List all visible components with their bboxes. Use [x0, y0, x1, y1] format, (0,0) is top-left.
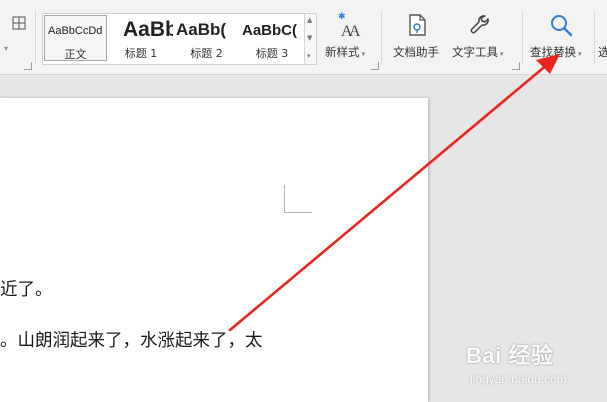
document-page[interactable]	[0, 98, 428, 402]
style-heading-3[interactable]: AaBbC( 标题 3	[240, 15, 304, 61]
doc-assistant-button[interactable]: 文档助手	[390, 12, 444, 64]
group-launcher-icon[interactable]	[512, 62, 520, 70]
document-text-line[interactable]: 近了。	[0, 276, 53, 301]
chevron-down-icon: ▾	[578, 50, 582, 58]
select-label: 选	[598, 45, 607, 59]
chevron-down-icon[interactable]: ▾	[4, 44, 8, 53]
divider	[594, 10, 595, 64]
find-replace-button[interactable]: 查找替换 ▾	[530, 12, 592, 64]
document-text-line[interactable]: 。山朗润起来了，水涨起来了，太	[0, 327, 263, 352]
new-style-button[interactable]: ✱ A A 新样式 ▾	[322, 12, 374, 64]
wrench-icon	[470, 15, 489, 34]
doc-assistant-label: 文档助手	[393, 45, 439, 59]
divider	[522, 10, 523, 64]
style-normal-sample: AaBbCcDd	[48, 25, 103, 37]
divider	[35, 10, 36, 64]
style-heading-2-label: 标题 2	[190, 47, 223, 60]
scroll-up-icon[interactable]: ▲	[307, 16, 312, 24]
select-button-partial[interactable]: 选	[598, 12, 607, 64]
document-assistant-icon	[409, 14, 426, 36]
border-grid-icon[interactable]	[12, 16, 26, 30]
new-style-icon: ✱ A A	[338, 12, 361, 38]
style-heading-1-label: 标题 1	[124, 47, 158, 60]
chevron-down-icon: ▾	[361, 50, 366, 58]
style-heading-3-label: 标题 3	[255, 47, 289, 60]
style-heading-1-sample: AaBb	[123, 18, 173, 41]
chevron-down-icon: ▾	[500, 50, 504, 58]
magnifier-icon	[551, 15, 573, 37]
style-normal[interactable]: AaBbCcDd 正文	[44, 15, 107, 61]
style-heading-3-sample: AaBbC(	[242, 22, 297, 39]
svg-text:✱: ✱	[338, 12, 346, 22]
margin-corner-mark	[284, 185, 312, 213]
style-normal-label: 正文	[64, 48, 87, 61]
text-tools-label: 文字工具	[452, 45, 498, 59]
svg-text:A: A	[349, 23, 361, 38]
scroll-down-icon[interactable]: ▼	[307, 34, 312, 42]
style-gallery-scroller[interactable]: ▲ ▼ ▾	[304, 14, 316, 64]
expand-gallery-icon[interactable]: ▾	[307, 52, 311, 60]
group-launcher-icon[interactable]	[24, 62, 32, 70]
watermark: Bai 经验 jingyan.baidu.com	[466, 334, 606, 400]
group-launcher-icon[interactable]	[371, 62, 379, 70]
new-style-label: 新样式	[325, 45, 360, 59]
style-heading-1[interactable]: AaBb 标题 1	[109, 15, 173, 61]
watermark-logo: Bai 经验	[466, 343, 554, 368]
find-replace-label: 查找替换	[530, 45, 576, 59]
style-heading-2-sample: AaBb(	[176, 20, 227, 39]
style-heading-2[interactable]: AaBb( 标题 2	[174, 15, 239, 61]
watermark-url: jingyan.baidu.com	[470, 372, 567, 386]
ribbon-toolbar: ▾ AaBbCcDd 正文 AaBb 标题 1 AaBb( 标题 2 AaBbC…	[0, 0, 607, 75]
divider	[381, 10, 382, 64]
text-tools-button[interactable]: 文字工具 ▾	[450, 12, 512, 64]
style-gallery: AaBbCcDd 正文 AaBb 标题 1 AaBb( 标题 2 AaBbC( …	[42, 13, 317, 65]
